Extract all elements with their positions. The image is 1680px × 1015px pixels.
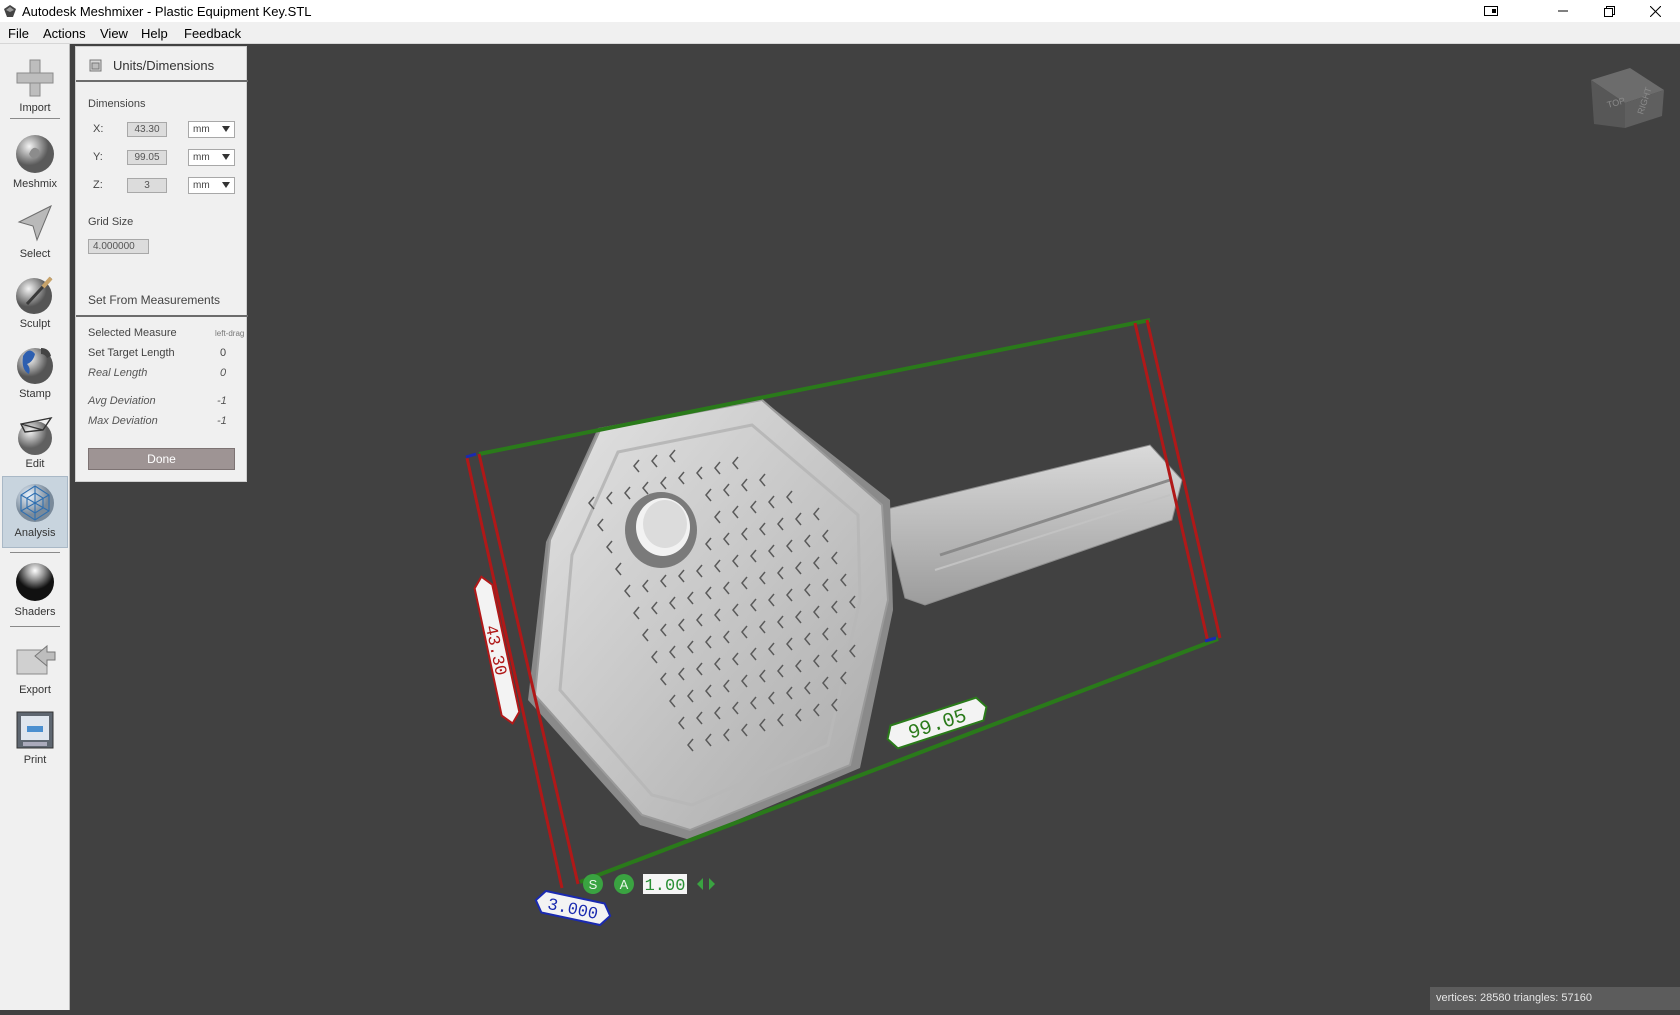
panel-title: Units/Dimensions: [113, 58, 215, 73]
scale-increase-arrow[interactable]: [709, 878, 715, 890]
tablet-icon: [1484, 6, 1498, 16]
max-deviation-value: -1: [217, 415, 227, 427]
panel-pin-icon[interactable]: [89, 59, 102, 72]
toolbar-divider: [10, 118, 60, 119]
max-deviation-label: Max Deviation: [88, 415, 158, 427]
selected-measure-value: left-drag: [215, 329, 245, 338]
close-button[interactable]: [1632, 0, 1678, 22]
tablet-mode-button[interactable]: [1468, 0, 1514, 22]
avg-deviation-label: Avg Deviation: [88, 395, 156, 407]
restore-icon: [1603, 5, 1615, 17]
real-length-value: 0: [220, 367, 227, 379]
dimension-label-width[interactable]: 43.30: [470, 575, 522, 726]
tool-select[interactable]: Select: [2, 198, 68, 264]
view-cube[interactable]: TOP RIGHT: [1591, 68, 1664, 128]
toolbar-divider: [10, 552, 60, 553]
scale-a-label: A: [620, 877, 629, 892]
edit-sphere-icon: [18, 416, 53, 455]
scale-factor-field[interactable]: 1.00: [643, 874, 687, 896]
tool-edit[interactable]: Edit: [2, 408, 68, 474]
dimensions-header: Dimensions: [88, 98, 146, 110]
key-mesh[interactable]: [528, 398, 1183, 840]
dim-y-unit-select[interactable]: mm: [188, 149, 235, 166]
dim-x-label: X:: [93, 123, 104, 135]
dropdown-arrow-icon: [222, 154, 230, 160]
set-from-measurements-header: Set From Measurements: [88, 293, 221, 307]
dim-z-label: Z:: [93, 179, 103, 191]
export-icon: [16, 644, 56, 675]
restore-button[interactable]: [1586, 0, 1632, 22]
3d-viewport[interactable]: 43.30 99.05 3.000 S A 1.00 TOP RIGHT: [71, 44, 1680, 1010]
dim-y-label: Y:: [93, 151, 103, 163]
scale-s-label: S: [589, 877, 598, 892]
menu-actions[interactable]: Actions: [43, 26, 86, 41]
dim-x-unit-select[interactable]: mm: [188, 121, 235, 138]
scale-controls: S A 1.00: [583, 874, 715, 896]
target-length-value[interactable]: 0: [220, 347, 226, 359]
analysis-wireframe-sphere-icon: [16, 484, 54, 522]
grid-size-input[interactable]: 4.000000: [88, 239, 149, 254]
tool-sidebar: Import Meshmix Select Sculpt Stamp Edit …: [0, 44, 70, 1010]
scene-canvas[interactable]: 43.30 99.05 3.000 S A 1.00 TOP RIGHT: [71, 44, 1680, 1010]
tool-shaders[interactable]: Shaders: [2, 556, 68, 622]
tool-export[interactable]: Export: [2, 634, 68, 700]
tool-sculpt[interactable]: Sculpt: [2, 268, 68, 334]
tool-analysis[interactable]: Analysis: [2, 476, 68, 548]
meshmixer-logo-icon: [4, 5, 16, 17]
real-length-label: Real Length: [88, 367, 148, 379]
dim-x-input[interactable]: 43.30: [127, 122, 167, 137]
menu-bar: File Actions View Help Feedback: [0, 22, 1680, 44]
window-title: Autodesk Meshmixer - Plastic Equipment K…: [22, 4, 312, 19]
menu-help[interactable]: Help: [141, 26, 168, 41]
menu-view[interactable]: View: [100, 26, 128, 41]
grid-size-header: Grid Size: [88, 216, 134, 228]
dropdown-arrow-icon: [222, 126, 230, 132]
avg-deviation-value: -1: [217, 395, 227, 407]
title-bar: Autodesk Meshmixer - Plastic Equipment K…: [0, 0, 1680, 22]
tool-stamp[interactable]: Stamp: [2, 338, 68, 404]
selected-measure-label: Selected Measure: [88, 327, 177, 339]
shader-sphere-icon: [16, 563, 54, 601]
scale-factor-value: 1.00: [645, 877, 686, 896]
tool-import[interactable]: Import: [2, 52, 68, 118]
dimension-label-height[interactable]: 3.000: [533, 889, 612, 927]
done-button[interactable]: Done: [88, 448, 235, 470]
target-length-label: Set Target Length: [88, 347, 175, 359]
units-dimensions-panel: Units/Dimensions Dimensions X: 43.30 mm …: [75, 46, 248, 482]
tool-print[interactable]: Print: [2, 704, 68, 770]
plus-icon: [16, 59, 54, 97]
mesh-stats-status: vertices: 28580 triangles: 57160: [1430, 987, 1680, 1010]
panel-divider: [76, 315, 248, 317]
close-icon: [1649, 5, 1661, 17]
panel-divider: [76, 80, 248, 82]
dim-y-input[interactable]: 99.05: [127, 150, 167, 165]
stamp-sphere-icon: [17, 348, 53, 384]
uniform-scale-toggle[interactable]: S: [583, 874, 603, 894]
minimize-button[interactable]: [1540, 0, 1586, 22]
dim-z-input[interactable]: 3: [127, 178, 167, 193]
menu-feedback[interactable]: Feedback: [184, 26, 241, 41]
absolute-scale-toggle[interactable]: A: [614, 874, 634, 894]
brush-sphere-icon: [16, 276, 53, 314]
cursor-arrow-icon: [17, 204, 52, 242]
toolbar-divider: [10, 626, 60, 627]
bunny-sphere-icon: [16, 135, 54, 173]
tool-meshmix[interactable]: Meshmix: [2, 128, 68, 194]
dim-z-unit-select[interactable]: mm: [188, 177, 235, 194]
dropdown-arrow-icon: [222, 182, 230, 188]
printer-icon: [16, 711, 54, 749]
minimize-icon: [1558, 10, 1568, 12]
scale-decrease-arrow[interactable]: [697, 878, 703, 890]
menu-file[interactable]: File: [8, 26, 29, 41]
